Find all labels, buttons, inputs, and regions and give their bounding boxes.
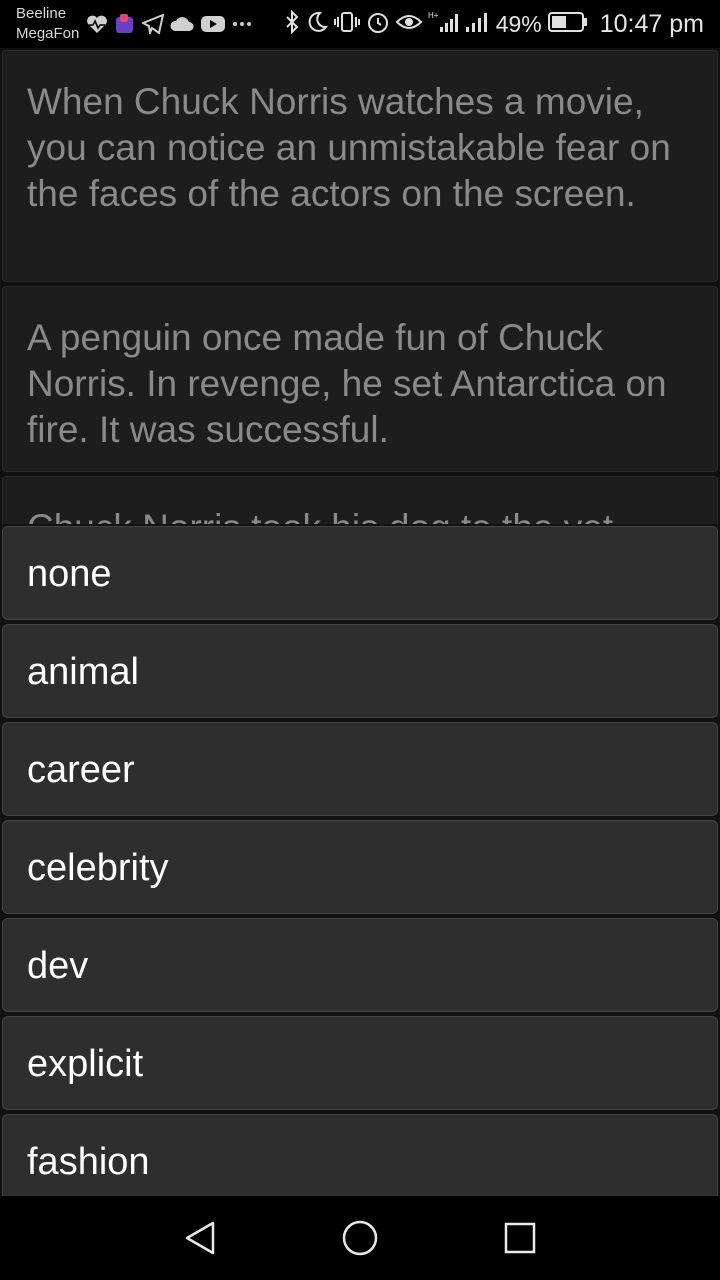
category-item-explicit[interactable]: explicit <box>2 1016 718 1110</box>
carrier-names: Beeline MegaFon <box>16 4 79 44</box>
category-item-dev[interactable]: dev <box>2 918 718 1012</box>
back-button[interactable] <box>178 1216 222 1260</box>
category-label: career <box>27 749 135 791</box>
network-type: H+ <box>428 11 439 20</box>
signal-icon <box>464 10 490 39</box>
joke-text: Chuck Norris took his dog to the vet <box>27 507 613 524</box>
clock: 10:47 pm <box>599 9 704 38</box>
recent-apps-icon <box>504 1222 536 1254</box>
joke-text: When Chuck Norris watches a movie, you c… <box>27 81 671 214</box>
category-label: none <box>27 553 112 595</box>
home-button[interactable] <box>338 1216 382 1260</box>
cloud-icon <box>170 15 194 33</box>
battery-icon <box>547 11 588 38</box>
youtube-icon <box>200 14 226 34</box>
category-label: celebrity <box>27 847 169 889</box>
bluetooth-icon <box>284 9 300 39</box>
category-label: animal <box>27 651 139 693</box>
category-label: fashion <box>27 1141 150 1183</box>
notification-icons <box>86 12 252 36</box>
category-item-animal[interactable]: animal <box>2 624 718 718</box>
joke-card[interactable]: Chuck Norris took his dog to the vet <box>2 476 718 524</box>
home-icon <box>342 1220 378 1256</box>
back-icon <box>185 1221 215 1255</box>
status-bar: Beeline MegaFon H+ 49% 10:47 pm <box>0 0 720 48</box>
category-item-celebrity[interactable]: celebrity <box>2 820 718 914</box>
joke-text: A penguin once made fun of Chuck Norris.… <box>27 317 667 450</box>
category-label: dev <box>27 945 89 987</box>
telegram-icon <box>142 14 164 34</box>
system-status: H+ 49% 10:47 pm <box>284 9 704 39</box>
category-item-none[interactable]: none <box>2 526 718 620</box>
carrier-1: Beeline <box>16 5 67 22</box>
navigation-bar <box>0 1196 720 1280</box>
signal-icon: H+ <box>428 10 458 39</box>
eye-icon <box>395 12 423 37</box>
joke-card[interactable]: When Chuck Norris watches a movie, you c… <box>2 50 718 282</box>
heart-pulse-icon <box>86 14 108 34</box>
carrier-2: MegaFon <box>16 25 80 42</box>
battery-percent: 49% <box>495 10 542 37</box>
app-icon <box>114 13 136 35</box>
category-item-career[interactable]: career <box>2 722 718 816</box>
vibrate-icon <box>333 11 360 38</box>
category-item-fashion[interactable]: fashion <box>2 1114 718 1196</box>
recent-apps-button[interactable] <box>498 1216 542 1260</box>
joke-list: When Chuck Norris watches a movie, you c… <box>0 48 720 524</box>
category-menu: none animal career celebrity dev explici… <box>0 524 720 1196</box>
alarm-icon <box>366 10 390 39</box>
moon-icon <box>306 11 328 38</box>
screen: Beeline MegaFon H+ 49% 10:47 pm When Chu… <box>0 0 720 1280</box>
joke-card[interactable]: A penguin once made fun of Chuck Norris.… <box>2 286 718 472</box>
more-icon <box>232 21 252 27</box>
category-label: explicit <box>27 1043 144 1085</box>
